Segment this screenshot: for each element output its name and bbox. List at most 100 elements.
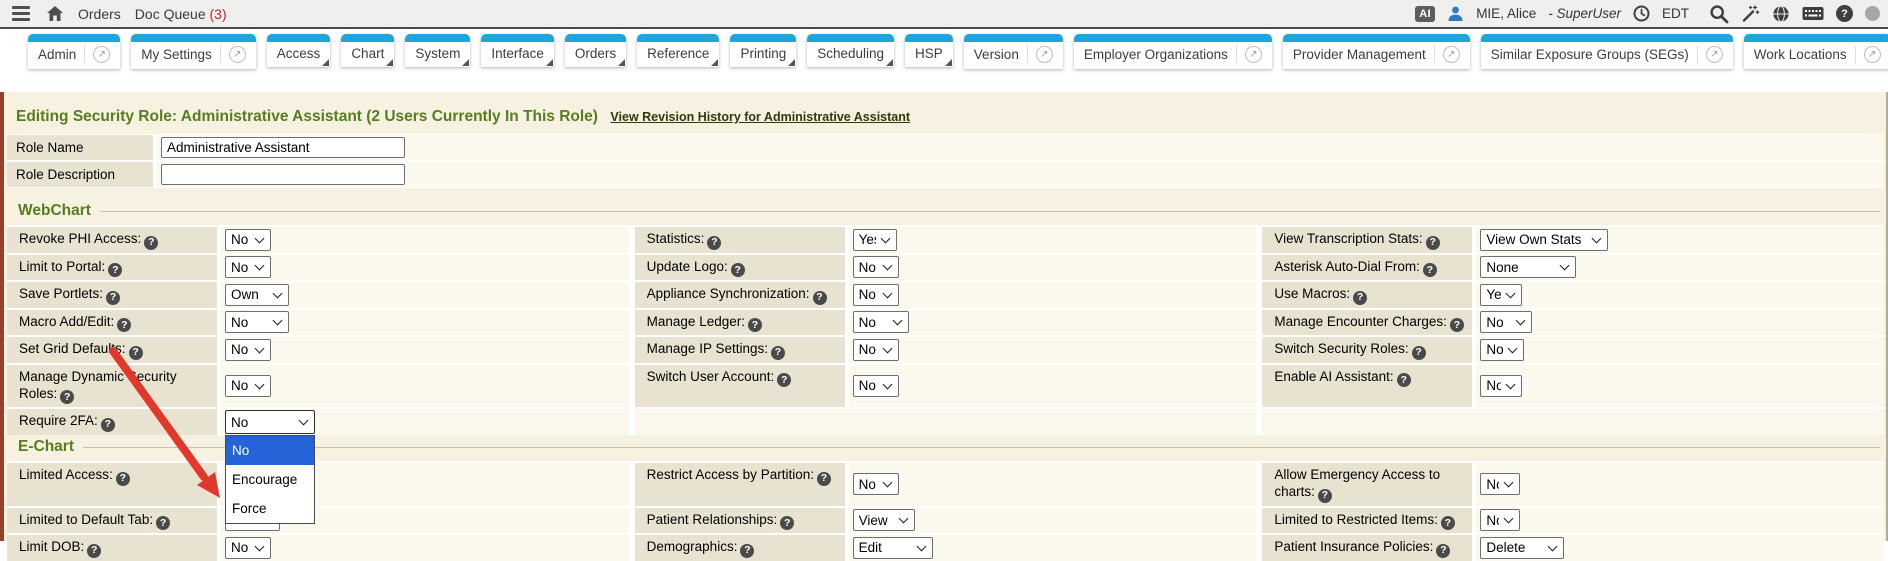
dropdown-option-no[interactable]: No: [226, 436, 314, 465]
select-asterisk-auto-dial-from[interactable]: None: [1480, 256, 1576, 278]
field-help-icon[interactable]: ?: [156, 516, 170, 530]
select-limit-dob[interactable]: No: [225, 537, 271, 559]
clock-icon[interactable]: [1633, 5, 1650, 22]
field-help-icon[interactable]: ?: [1353, 291, 1367, 305]
open-in-new-icon[interactable]: ↗: [1036, 46, 1053, 63]
tab-admin[interactable]: Admin↗: [28, 34, 120, 69]
field-help-icon[interactable]: ?: [1426, 236, 1440, 250]
tab-interface[interactable]: Interface: [481, 34, 554, 67]
select-patient-relationships[interactable]: View: [853, 509, 915, 531]
select-macro-add-edit[interactable]: No: [225, 311, 289, 333]
select-manage-ip-settings[interactable]: No: [853, 339, 899, 361]
select-enable-ai-assistant[interactable]: No: [1480, 375, 1522, 397]
field-help-icon[interactable]: ?: [1450, 318, 1464, 332]
field-help-icon[interactable]: ?: [707, 236, 721, 250]
field-help-icon[interactable]: ?: [813, 291, 827, 305]
tab-version[interactable]: Version↗: [964, 34, 1063, 69]
select-manage-dynamic-security-roles[interactable]: No: [225, 375, 271, 397]
section-rule: [100, 211, 1880, 212]
select-manage-ledger[interactable]: No: [853, 311, 909, 333]
globe-icon[interactable]: [1772, 5, 1790, 23]
field-help-icon[interactable]: ?: [740, 544, 754, 558]
select-save-portlets[interactable]: Own: [225, 284, 289, 306]
field-help-icon[interactable]: ?: [1412, 346, 1426, 360]
select-update-logo[interactable]: No: [853, 256, 899, 278]
select-switch-user-account[interactable]: No: [853, 375, 899, 397]
tab-scheduling[interactable]: Scheduling: [807, 34, 894, 67]
help-icon[interactable]: ?: [1836, 5, 1853, 22]
open-in-new-icon[interactable]: ↗: [229, 46, 246, 63]
field-help-icon[interactable]: ?: [60, 390, 74, 404]
field-help-icon[interactable]: ?: [117, 318, 131, 332]
field-help-icon[interactable]: ?: [780, 516, 794, 530]
select-switch-security-roles[interactable]: No: [1480, 339, 1524, 361]
field-help-icon[interactable]: ?: [748, 318, 762, 332]
nav-doc-queue[interactable]: Doc Queue (3): [135, 6, 227, 22]
open-in-new-icon[interactable]: ↗: [1706, 46, 1723, 63]
select-allow-emergency-access-to-charts[interactable]: No: [1480, 473, 1520, 495]
select-limited-to-restricted-items[interactable]: No: [1480, 509, 1520, 531]
field-help-icon[interactable]: ?: [771, 346, 785, 360]
open-in-new-icon[interactable]: ↗: [1245, 46, 1262, 63]
tab-orders[interactable]: Orders: [565, 34, 626, 67]
wand-icon[interactable]: [1741, 4, 1760, 23]
field-help-icon[interactable]: ?: [106, 291, 120, 305]
field-help-icon[interactable]: ?: [87, 544, 101, 558]
select-value: Own: [231, 287, 268, 302]
menu-icon[interactable]: [10, 4, 32, 23]
select-manage-encounter-charges[interactable]: No: [1480, 311, 1532, 333]
field-help-icon[interactable]: ?: [1318, 489, 1332, 503]
field-help-icon[interactable]: ?: [817, 472, 831, 486]
keyboard-icon[interactable]: [1802, 6, 1824, 21]
tab-work-locations[interactable]: Work Locations↗: [1744, 34, 1888, 69]
tab-similar-exposure-groups-segs[interactable]: Similar Exposure Groups (SEGs)↗: [1481, 34, 1733, 69]
field-help-icon[interactable]: ?: [108, 263, 122, 277]
nav-orders[interactable]: Orders: [78, 6, 121, 22]
select-patient-insurance-policies[interactable]: Delete: [1480, 537, 1564, 559]
tab-provider-management[interactable]: Provider Management↗: [1283, 34, 1470, 69]
user-icon[interactable]: [1447, 5, 1464, 22]
revision-history-link[interactable]: View Revision History for Administrative…: [610, 110, 910, 124]
open-in-new-icon[interactable]: ↗: [93, 46, 110, 63]
open-in-new-icon[interactable]: ↗: [1443, 46, 1460, 63]
open-in-new-icon[interactable]: ↗: [1864, 46, 1881, 63]
field-help-icon[interactable]: ?: [777, 373, 791, 387]
chevron-down-icon: [882, 478, 892, 488]
search-icon[interactable]: [1709, 4, 1729, 24]
ai-assistant-badge[interactable]: AI: [1415, 6, 1435, 22]
home-icon[interactable]: [46, 5, 64, 22]
dropdown-option-force[interactable]: Force: [226, 494, 314, 523]
select-limit-to-portal[interactable]: No: [225, 256, 271, 278]
tab-access[interactable]: Access: [267, 34, 331, 67]
select-revoke-phi-access[interactable]: No: [225, 229, 271, 251]
field-help-icon[interactable]: ?: [144, 236, 158, 250]
tab-chart[interactable]: Chart: [341, 34, 394, 67]
field-help-icon[interactable]: ?: [1423, 263, 1437, 277]
tab-hsp[interactable]: HSP: [905, 34, 953, 67]
status-circle-icon[interactable]: [1865, 6, 1880, 21]
field-help-icon[interactable]: ?: [1436, 544, 1450, 558]
select-set-grid-defaults[interactable]: No: [225, 339, 271, 361]
chevron-down-icon: [880, 233, 890, 243]
field-help-icon[interactable]: ?: [1397, 373, 1411, 387]
select-use-macros[interactable]: Yes: [1480, 284, 1522, 306]
tab-printing[interactable]: Printing: [730, 34, 796, 67]
select-appliance-synchronization[interactable]: No: [853, 284, 899, 306]
field-help-icon[interactable]: ?: [731, 263, 745, 277]
tab-my-settings[interactable]: My Settings↗: [131, 34, 256, 69]
role-description-input[interactable]: [161, 164, 405, 185]
field-help-icon[interactable]: ?: [1441, 516, 1455, 530]
select-restrict-access-by-partition[interactable]: No: [853, 473, 899, 495]
select-view-transcription-stats[interactable]: View Own Stats: [1480, 229, 1608, 251]
field-help-icon[interactable]: ?: [129, 346, 143, 360]
field-help-icon[interactable]: ?: [116, 472, 130, 486]
role-name-input[interactable]: [161, 137, 405, 158]
tab-system[interactable]: System: [405, 34, 470, 67]
dropdown-option-encourage[interactable]: Encourage: [226, 465, 314, 494]
tab-employer-organizations[interactable]: Employer Organizations↗: [1074, 34, 1272, 69]
tab-reference[interactable]: Reference: [637, 34, 719, 67]
select-demographics[interactable]: Edit: [853, 537, 933, 559]
select-statistics[interactable]: Yes: [853, 229, 897, 251]
field-help-icon[interactable]: ?: [101, 418, 115, 432]
select-require-2fa[interactable]: No: [225, 410, 315, 434]
